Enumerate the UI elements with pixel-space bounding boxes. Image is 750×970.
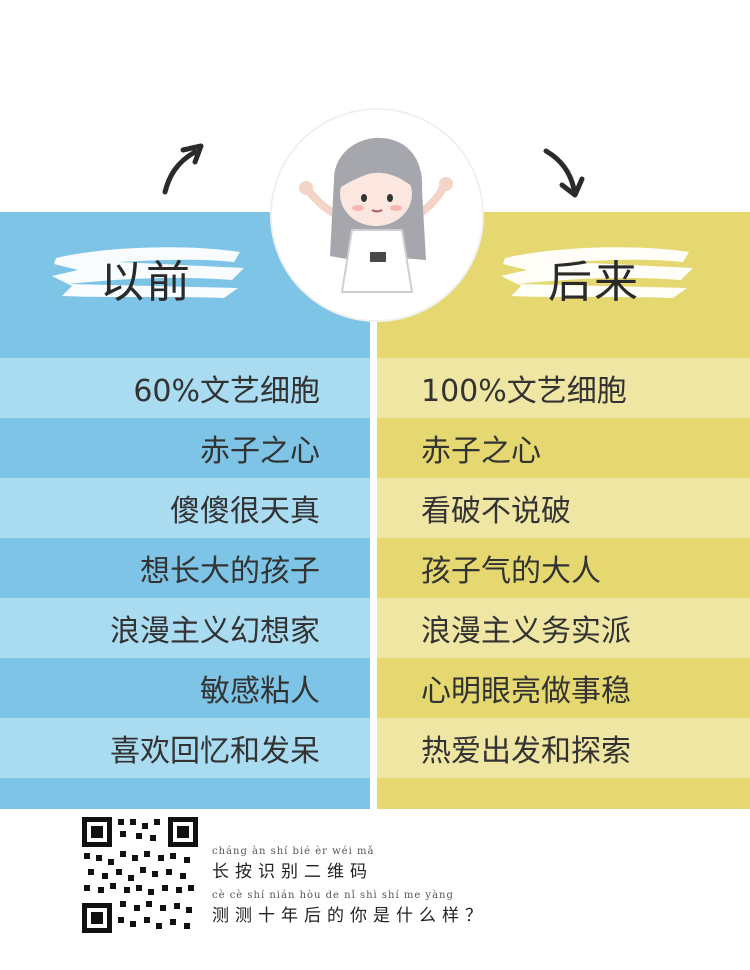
caption-pinyin-2: cè cè shí nián hòu de nǐ shì shí me yàng xyxy=(212,890,454,901)
qr-code[interactable] xyxy=(80,815,200,935)
list-item: 孩子气的大人 xyxy=(377,538,750,598)
after-list: 100%文艺细胞 赤子之心 看破不说破 孩子气的大人 浪漫主义务实派 心明眼亮做… xyxy=(377,358,750,778)
list-item: 赤子之心 xyxy=(377,418,750,478)
list-item: 想长大的孩子 xyxy=(0,538,370,598)
curved-arrow-down-right-icon xyxy=(540,145,590,209)
curved-arrow-up-right-icon xyxy=(155,140,215,204)
list-item: 心明眼亮做事稳 xyxy=(377,658,750,718)
list-item: 看破不说破 xyxy=(377,478,750,538)
list-item: 浪漫主义务实派 xyxy=(377,598,750,658)
list-item: 喜欢回忆和发呆 xyxy=(0,718,370,778)
after-header: 后来 xyxy=(548,257,640,308)
qr-code-icon xyxy=(80,815,200,935)
cartoon-girl-shrugging-icon xyxy=(299,137,453,293)
before-header: 以前 xyxy=(100,257,192,308)
caption-scan-qr: 长按识别二维码 xyxy=(212,862,373,882)
list-item: 100%文艺细胞 xyxy=(377,358,750,418)
list-item: 60%文艺细胞 xyxy=(0,358,370,418)
list-item: 浪漫主义幻想家 xyxy=(0,598,370,658)
list-item: 热爱出发和探索 xyxy=(377,718,750,778)
caption-pinyin-1: cháng àn shí bié èr wéi mǎ xyxy=(212,846,375,857)
list-item: 敏感粘人 xyxy=(0,658,370,718)
before-list: 60%文艺细胞 赤子之心 傻傻很天真 想长大的孩子 浪漫主义幻想家 敏感粘人 喜… xyxy=(0,358,370,778)
list-item: 傻傻很天真 xyxy=(0,478,370,538)
caption-test-future: 测测十年后的你是什么样？ xyxy=(212,906,488,926)
list-item: 赤子之心 xyxy=(0,418,370,478)
avatar xyxy=(272,110,482,320)
